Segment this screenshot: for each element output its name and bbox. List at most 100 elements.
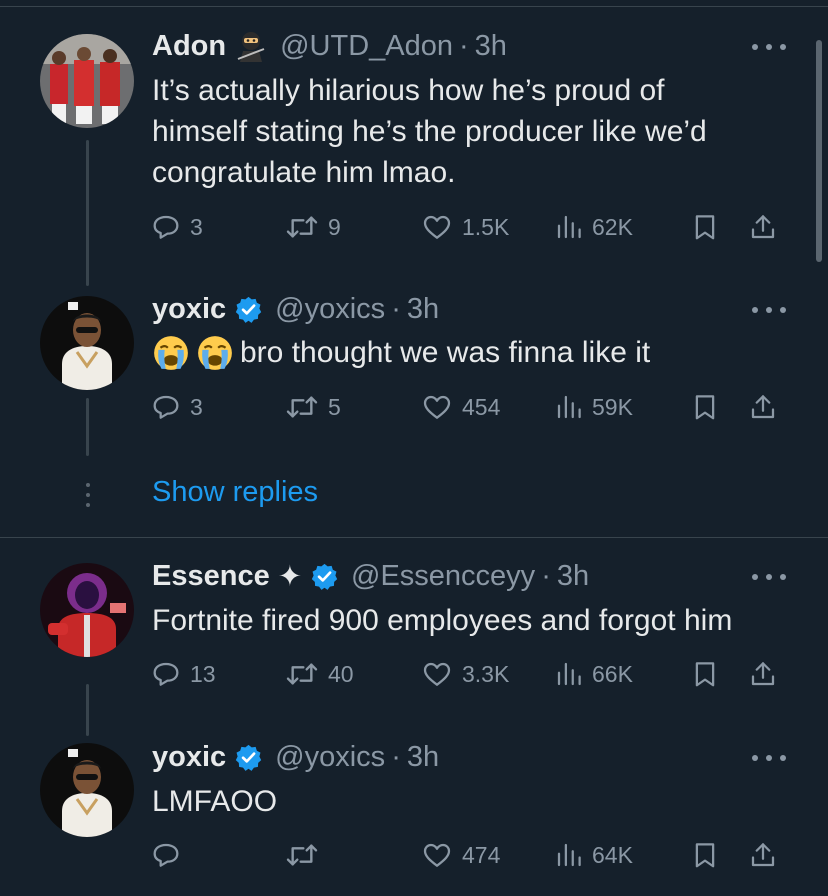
display-name[interactable]: yoxic <box>152 741 226 774</box>
verified-badge-icon <box>234 295 263 324</box>
like-button[interactable]: 3.3K <box>420 654 509 694</box>
share-button[interactable] <box>748 654 778 694</box>
view-count: 64K <box>592 841 633 868</box>
retweet-button[interactable]: 9 <box>284 207 341 247</box>
retweet-count: 5 <box>328 393 341 420</box>
separator: · <box>391 740 401 773</box>
share-icon <box>751 395 775 419</box>
timestamp[interactable]: 3h <box>475 30 507 63</box>
share-icon <box>751 215 775 239</box>
separator: · <box>391 292 401 325</box>
avatar[interactable] <box>40 34 134 128</box>
like-button[interactable]: 1.5K <box>420 207 509 247</box>
retweet-icon <box>286 216 318 238</box>
heart-icon <box>423 215 451 239</box>
more-options-icon[interactable] <box>752 40 786 54</box>
views-button[interactable]: 62K <box>554 207 633 247</box>
reply-button[interactable]: 3 <box>150 207 203 247</box>
handle[interactable]: @yoxics <box>275 741 385 774</box>
display-name[interactable]: Adon <box>152 30 226 63</box>
divider <box>0 6 828 7</box>
more-options-icon[interactable] <box>752 303 786 317</box>
heart-icon <box>423 662 451 686</box>
display-name[interactable]: yoxic <box>152 293 226 326</box>
handle[interactable]: @Essencceyy <box>351 560 535 593</box>
views-button[interactable]: 64K <box>554 835 633 875</box>
more-options-icon[interactable] <box>752 570 786 584</box>
retweet-button[interactable]: 5 <box>284 387 341 427</box>
show-replies-link[interactable]: Show replies <box>152 476 318 509</box>
action-bar: 474 64K <box>150 835 790 875</box>
bookmark-icon <box>695 215 715 240</box>
share-button[interactable] <box>748 835 778 875</box>
like-count: 474 <box>462 841 501 868</box>
bookmark-button[interactable] <box>690 387 720 427</box>
thread-line <box>86 398 89 456</box>
retweet-button[interactable] <box>284 835 328 875</box>
tweet-text-line: congratulate him lmao. <box>152 156 456 189</box>
handle[interactable]: @UTD_Adon <box>280 30 453 63</box>
timestamp[interactable]: 3h <box>407 293 439 326</box>
heart-icon <box>423 843 451 867</box>
tweet-text-body: LMFAOO <box>152 785 278 818</box>
more-options-icon[interactable] <box>752 751 786 765</box>
tweet-text: Fortnite fired 900 employees and forgot … <box>152 600 802 641</box>
sparkle-symbol: ✦ <box>277 560 303 593</box>
tweet-text-line: It’s actually hilarious how he’s proud o… <box>152 74 665 107</box>
retweet-icon <box>286 844 318 866</box>
views-icon <box>557 215 581 239</box>
like-count: 3.3K <box>462 660 510 687</box>
separator: · <box>541 559 551 592</box>
reply-button[interactable] <box>150 835 190 875</box>
timestamp[interactable]: 3h <box>557 560 589 593</box>
loudly-crying-face-icon <box>152 334 190 372</box>
retweet-icon <box>286 663 318 685</box>
bookmark-button[interactable] <box>690 654 720 694</box>
retweet-count: 9 <box>328 213 341 240</box>
reply-button[interactable]: 13 <box>150 654 216 694</box>
bookmark-icon <box>695 662 715 687</box>
views-button[interactable]: 59K <box>554 387 633 427</box>
share-button[interactable] <box>748 387 778 427</box>
action-bar: 3 9 1.5K 62K <box>150 207 790 247</box>
reply-count: 3 <box>190 393 203 420</box>
like-button[interactable]: 454 <box>420 387 500 427</box>
share-button[interactable] <box>748 207 778 247</box>
views-icon <box>557 662 581 686</box>
retweet-button[interactable]: 40 <box>284 654 354 694</box>
tweet-text: It’s actually hilarious how he’s proud o… <box>152 70 802 193</box>
share-icon <box>751 843 775 867</box>
reply-button[interactable]: 3 <box>150 387 203 427</box>
view-count: 66K <box>592 660 633 687</box>
bookmark-icon <box>695 395 715 420</box>
reply-icon <box>153 395 179 419</box>
heart-icon <box>423 395 451 419</box>
reply-icon <box>153 662 179 686</box>
avatar[interactable] <box>40 296 134 390</box>
retweet-count: 40 <box>328 660 354 687</box>
views-icon <box>557 395 581 419</box>
handle[interactable]: @yoxics <box>275 293 385 326</box>
display-name[interactable]: Essence <box>152 560 270 593</box>
views-button[interactable]: 66K <box>554 654 633 694</box>
avatar[interactable] <box>40 563 134 657</box>
bookmark-button[interactable] <box>690 207 720 247</box>
scrollbar[interactable] <box>816 40 822 262</box>
tweet-text: LMFAOO <box>152 781 802 822</box>
action-bar: 3 5 454 59K <box>150 387 790 427</box>
verified-badge-icon <box>310 562 339 591</box>
share-icon <box>751 662 775 686</box>
like-button[interactable]: 474 <box>420 835 500 875</box>
bookmark-button[interactable] <box>690 835 720 875</box>
timestamp[interactable]: 3h <box>407 741 439 774</box>
thread-line <box>86 140 89 286</box>
reply-icon <box>153 215 179 239</box>
loudly-crying-face-icon <box>196 334 234 372</box>
more-replies-dots <box>84 483 92 507</box>
divider <box>0 537 828 538</box>
tweet-text-body: bro thought we was finna like it <box>240 336 651 369</box>
avatar[interactable] <box>40 743 134 837</box>
tweet-text-line: himself stating he’s the producer like w… <box>152 115 707 148</box>
ninja-icon <box>234 29 268 63</box>
reply-count: 13 <box>190 660 216 687</box>
